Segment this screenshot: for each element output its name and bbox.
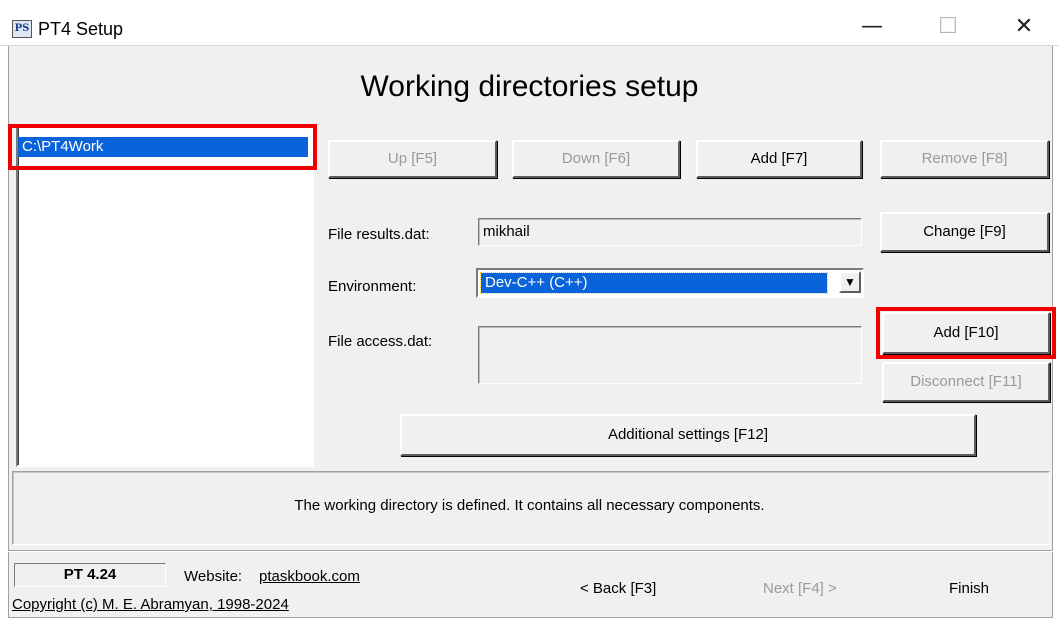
copyright-link[interactable]: Copyright (c) M. E. Abramyan, 1998-2024 (12, 596, 289, 613)
app-icon: PS (12, 20, 32, 38)
disconnect-button[interactable]: Disconnect [F11] (882, 362, 1050, 402)
change-button[interactable]: Change [F9] (880, 212, 1049, 252)
environment-select-value: Dev-C++ (C++) (480, 272, 828, 294)
remove-button[interactable]: Remove [F8] (880, 140, 1049, 178)
chevron-down-icon[interactable]: ▼ (839, 271, 861, 293)
down-button[interactable]: Down [F6] (512, 140, 680, 178)
add-directory-button[interactable]: Add [F7] (696, 140, 862, 178)
next-button[interactable]: Next [F4] > (763, 580, 837, 597)
environment-select[interactable]: Dev-C++ (C++) ▼ (476, 268, 864, 298)
website-link[interactable]: ptaskbook.com (259, 568, 360, 585)
results-file-field: mikhail (478, 218, 862, 246)
finish-button[interactable]: Finish (949, 580, 989, 597)
highlight-annotation-directory (8, 124, 317, 170)
page-title: Working directories setup (360, 70, 699, 103)
footer-divider (8, 550, 1053, 552)
environment-label: Environment: (328, 278, 417, 295)
close-button[interactable]: ✕ (994, 8, 1054, 46)
results-file-label: File results.dat: (328, 226, 430, 243)
directory-list[interactable] (16, 124, 314, 467)
additional-settings-button[interactable]: Additional settings [F12] (400, 414, 976, 456)
up-button[interactable]: Up [F5] (328, 140, 497, 178)
website-label: Website: (184, 568, 243, 585)
back-button[interactable]: < Back [F3] (580, 580, 656, 597)
access-file-label: File access.dat: (328, 333, 433, 350)
maximize-button[interactable]: ☐ (918, 8, 978, 46)
version-badge: PT 4.24 (14, 563, 166, 587)
access-file-field (478, 326, 862, 384)
window-title: PT4 Setup (38, 19, 124, 39)
highlight-annotation-add-access (876, 307, 1056, 359)
status-message: The working directory is defined. It con… (294, 497, 765, 514)
minimize-button[interactable]: — (842, 8, 902, 46)
